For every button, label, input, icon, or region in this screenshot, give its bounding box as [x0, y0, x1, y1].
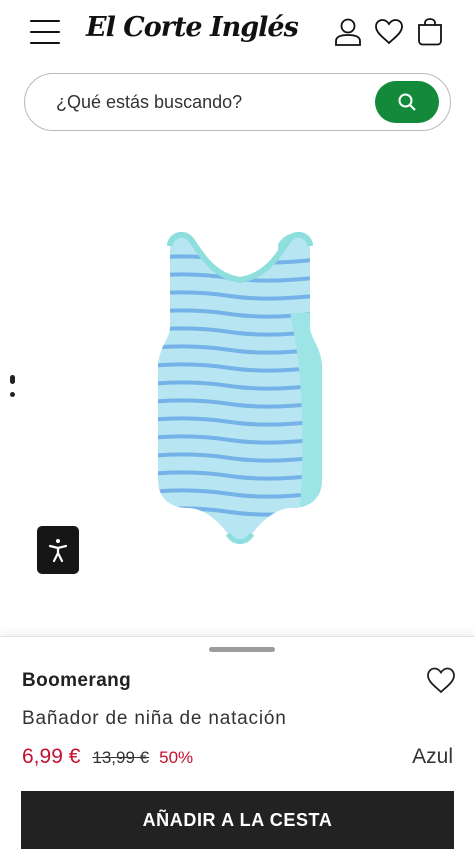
selected-color[interactable]: Azul [412, 745, 453, 769]
user-icon[interactable] [332, 16, 364, 48]
logo[interactable]: El Corte Inglés [86, 12, 299, 43]
price-row: 6,99 € 13,99 € 50% [22, 745, 193, 773]
header: El Corte Inglés [0, 0, 475, 66]
bag-icon[interactable] [414, 16, 446, 48]
current-price: 6,99 € [22, 745, 81, 768]
accessibility-icon [48, 539, 68, 563]
heart-icon[interactable] [373, 16, 405, 48]
heart-icon [427, 667, 455, 694]
add-to-wishlist-button[interactable] [425, 665, 457, 695]
menu-icon[interactable] [30, 20, 60, 44]
add-to-cart-button[interactable]: AÑADIR A LA CESTA [21, 791, 454, 849]
search-input[interactable]: ¿Qué estás buscando? [56, 92, 242, 113]
product-title: Bañador de niña de natación [22, 708, 287, 729]
original-price: 13,99 € [92, 748, 150, 767]
side-more-icon[interactable] [8, 375, 16, 397]
sheet-drag-handle[interactable] [209, 647, 275, 652]
discount-badge: 50% [159, 748, 194, 767]
accessibility-button[interactable] [37, 526, 79, 574]
search-icon [398, 93, 416, 111]
search-button[interactable] [375, 81, 439, 123]
product-brand[interactable]: Boomerang [22, 670, 131, 692]
search-bar[interactable]: ¿Qué estás buscando? [24, 73, 451, 131]
product-image[interactable] [140, 218, 340, 558]
product-info-sheet: Boomerang Bañador de niña de natación 6,… [0, 636, 475, 867]
